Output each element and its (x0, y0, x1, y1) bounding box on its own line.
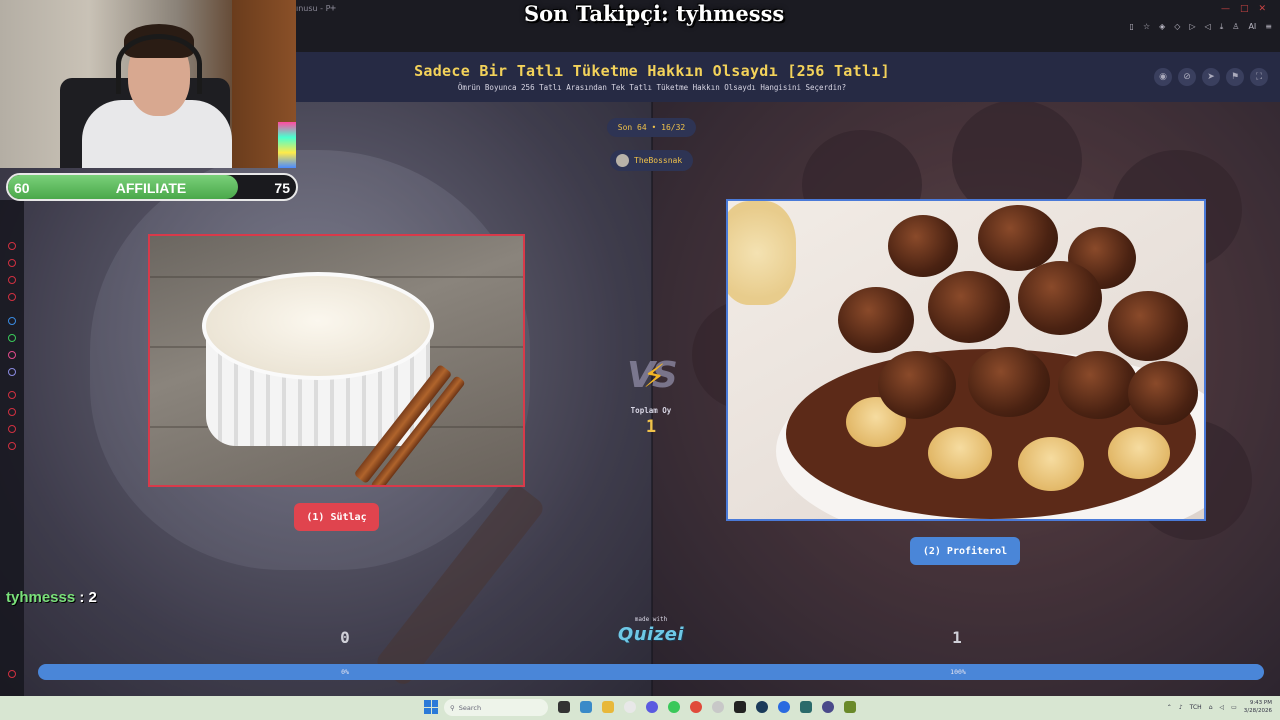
webcam-overlay (0, 0, 296, 168)
taskbar-app-icon[interactable] (822, 701, 834, 713)
taskbar-app-icon[interactable] (580, 701, 592, 713)
messenger-icon[interactable] (8, 317, 16, 325)
dock-red-icon[interactable] (8, 408, 16, 416)
network-icon[interactable]: ⌂ (1209, 704, 1213, 711)
avatar (616, 154, 629, 167)
clock-time: 9:43 PM (1249, 700, 1272, 706)
menu-icon[interactable]: ≡ (1265, 22, 1272, 32)
last-follower-banner: Son Takipçi: tyhmesss (524, 1, 785, 26)
affiliate-goal-bar: 60 AFFILIATE 75 (6, 173, 298, 201)
center-divider (651, 100, 653, 696)
discord-icon[interactable] (8, 368, 16, 376)
browser-side-dock (0, 200, 24, 696)
choice-image-profiterol[interactable] (726, 199, 1206, 521)
vote-button-sutlac[interactable]: (1) Sütlaç (294, 503, 379, 531)
extension-icon[interactable]: ◇ (1174, 22, 1180, 32)
screen: ınusu - P + — □ ✕ ▯ ☆ ◈ ◇ ▷ ◁ ⤓ ♙ AI ≡ S… (0, 0, 1280, 720)
shield-icon[interactable]: ◈ (1159, 22, 1165, 32)
vote-button-profiterol[interactable]: (2) Profiterol (910, 537, 1020, 565)
volume-icon[interactable]: ◁ (1220, 704, 1225, 711)
taskbar-app-icon[interactable] (712, 701, 724, 713)
play-icon[interactable]: ▷ (1189, 22, 1195, 32)
affiliate-label: AFFILIATE (115, 180, 187, 196)
chrome-icon[interactable] (690, 701, 702, 713)
chat-message: tyhmesss : 2 (6, 589, 97, 606)
vote-progress-bar (38, 664, 1264, 680)
window-controls: — □ ✕ (1221, 4, 1266, 14)
system-tray: ⌃ ♪ TCH ⌂ ◁ ▭ 9:43 PM 3/28/2026 (1167, 699, 1272, 715)
vote-count-sutlac: 0 (340, 628, 350, 647)
flag-icon[interactable]: ⚑ (1226, 68, 1244, 86)
total-votes-value: 1 (645, 417, 657, 437)
download-icon[interactable]: ⤓ (1220, 22, 1224, 32)
dock-red-icon[interactable] (8, 242, 16, 250)
window-maximize-button[interactable]: □ (1240, 4, 1249, 14)
share-icon[interactable]: ➤ (1202, 68, 1220, 86)
dock-red-icon[interactable] (8, 276, 16, 284)
sound-icon[interactable]: ◁ (1205, 22, 1211, 32)
headset-icon (116, 34, 202, 94)
browser-toolbar-icons: ▯ ☆ ◈ ◇ ▷ ◁ ⤓ ♙ AI ≡ (1130, 22, 1272, 32)
fullscreen-icon[interactable]: ⛶ (1250, 68, 1268, 86)
taskbar-clock[interactable]: 9:43 PM 3/28/2026 (1244, 699, 1272, 715)
bookmark-icon[interactable]: ▯ (1130, 22, 1134, 32)
dock-red-icon[interactable] (8, 259, 16, 267)
player-name: TheBossnak (634, 156, 683, 165)
made-with-label: made with (634, 616, 668, 623)
taskbar-app-icon[interactable] (844, 701, 856, 713)
affiliate-goal: 75 (274, 180, 290, 196)
discord-icon[interactable] (646, 701, 658, 713)
quiz-title: Sadece Bir Tatlı Tüketme Hakkın Olsaydı … (414, 62, 890, 80)
instagram-icon[interactable] (8, 351, 16, 359)
quizei-logo[interactable]: Quizei (614, 624, 688, 645)
round-indicator: Son 64 • 16/32 (607, 118, 696, 137)
window-close-button[interactable]: ✕ (1258, 4, 1266, 14)
dock-red-icon[interactable] (8, 391, 16, 399)
player-badge: TheBossnak (610, 150, 693, 171)
link-icon[interactable]: ⊘ (1178, 68, 1196, 86)
windows-taskbar: ⚲ Search ⌃ ♪ TCH ⌂ ◁ ▭ 9:43 PM 3/28/2026 (0, 696, 1280, 720)
window-minimize-button[interactable]: — (1221, 4, 1230, 14)
clock-date: 3/28/2026 (1243, 708, 1272, 714)
vote-count-profiterol: 1 (952, 628, 962, 647)
dock-red-icon[interactable] (8, 425, 16, 433)
tray-language[interactable]: TCH (1190, 704, 1202, 711)
bookmark-star-icon[interactable]: ☆ (1143, 22, 1150, 32)
microphone-icon[interactable]: ♪ (1179, 704, 1183, 711)
taskbar-app-icon[interactable] (624, 701, 636, 713)
taskbar-search[interactable]: ⚲ Search (444, 699, 548, 716)
vote-progress-profiterol (38, 664, 1264, 680)
chat-username: tyhmesss (6, 589, 76, 606)
file-explorer-icon[interactable] (602, 701, 614, 713)
vote-percent-profiterol: 100% (950, 668, 966, 676)
windows-start-icon[interactable] (424, 700, 438, 714)
obs-icon[interactable] (734, 701, 746, 713)
steam-icon[interactable] (756, 701, 768, 713)
zoom-icon[interactable] (778, 701, 790, 713)
search-icon: ⚲ (450, 703, 455, 712)
ai-button[interactable]: AI (1248, 22, 1256, 32)
lightning-icon: ⚡ (643, 357, 666, 395)
whatsapp-icon[interactable] (668, 701, 680, 713)
person-icon[interactable]: ♙ (1232, 22, 1239, 32)
vs-badge: VS ⚡ (627, 355, 678, 397)
total-votes-label: Toplam Oy (630, 406, 672, 415)
dock-red-icon[interactable] (8, 293, 16, 301)
whatsapp-icon[interactable] (8, 334, 16, 342)
battery-icon[interactable]: ▭ (1231, 704, 1237, 711)
chat-text: : 2 (75, 589, 97, 606)
dock-settings-icon[interactable] (8, 670, 16, 678)
eye-icon[interactable]: ◉ (1154, 68, 1172, 86)
choice-image-sutlac[interactable] (148, 234, 525, 487)
browser-tab[interactable]: ınusu - P (296, 4, 330, 13)
taskbar-app-icon[interactable] (800, 701, 812, 713)
quiz-header-actions: ◉ ⊘ ➤ ⚑ ⛶ (1154, 68, 1268, 86)
dock-red-icon[interactable] (8, 442, 16, 450)
vote-percent-sutlac: 0% (341, 668, 349, 676)
quiz-subtitle: Ömrün Boyunca 256 Tatlı Arasından Tek Ta… (457, 83, 847, 92)
chevron-up-icon[interactable]: ⌃ (1167, 704, 1172, 711)
new-tab-button[interactable]: + (330, 3, 336, 14)
taskbar-search-placeholder: Search (458, 703, 482, 712)
taskbar-app-icon[interactable] (558, 701, 570, 713)
